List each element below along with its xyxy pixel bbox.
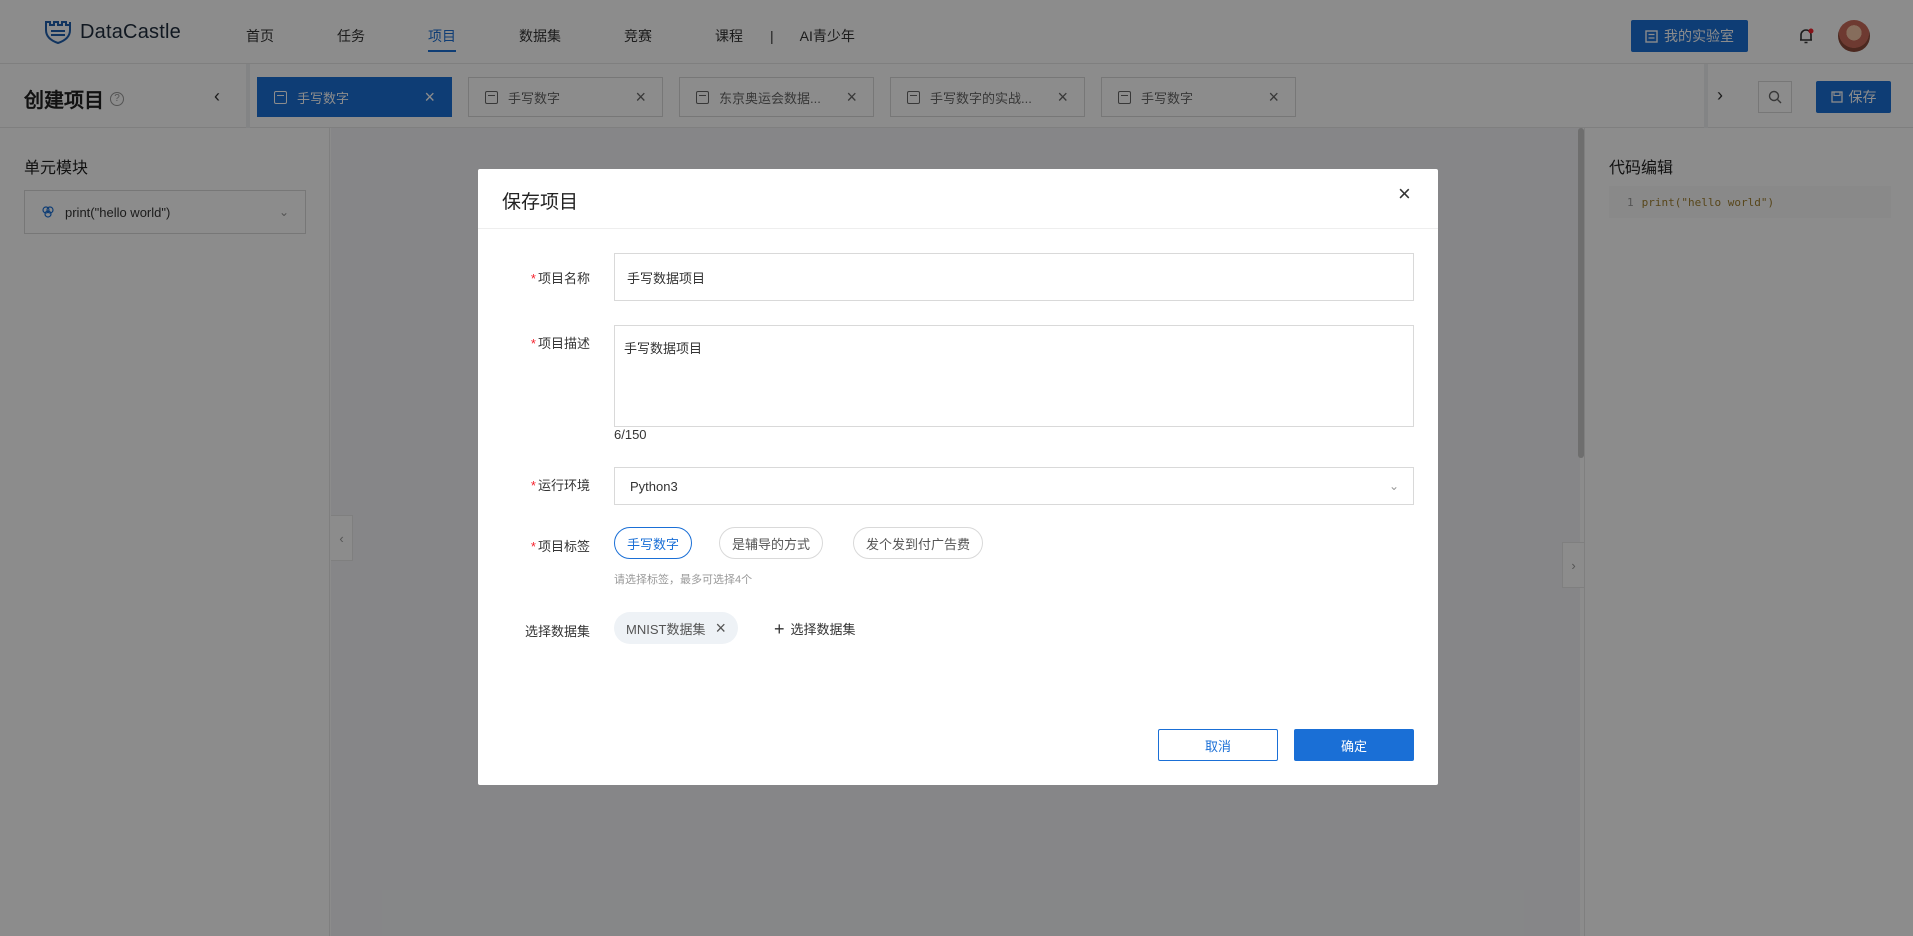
runtime-env-value: Python3 <box>630 478 678 494</box>
dialog-header: 保存项目 × <box>478 169 1438 229</box>
runtime-env-label: * 运行环境 <box>530 478 590 493</box>
project-desc-textarea[interactable]: 手写数据项目 <box>614 325 1414 427</box>
project-desc-label: * 项目描述 <box>530 336 590 351</box>
dataset-chip: MNIST数据集 × <box>614 612 738 644</box>
dataset-label: 选择数据集 <box>524 624 590 639</box>
add-dataset-label: 选择数据集 <box>790 622 856 637</box>
add-dataset-button[interactable]: + 选择数据集 <box>774 619 856 638</box>
save-project-dialog: 保存项目 × * 项目名称 手写数据项目 * 项目描述 手写数据项目 6/150 *… <box>478 169 1438 785</box>
char-counter: 6/150 <box>614 427 647 442</box>
chevron-down-icon: ⌄ <box>1388 479 1399 493</box>
close-icon[interactable]: × <box>1398 183 1411 205</box>
tags-hint: 请选择标签，最多可选择4个 <box>614 574 753 586</box>
dataset-chip-label: MNIST数据集 <box>626 621 706 637</box>
close-icon[interactable]: × <box>715 619 726 637</box>
tag-ad-fee[interactable]: 发个发到付广告费 <box>853 527 984 559</box>
project-name-label: * 项目名称 <box>530 271 590 286</box>
dialog-title: 保存项目 <box>502 192 579 213</box>
runtime-env-select[interactable]: Python3 ⌄ <box>614 467 1414 505</box>
plus-icon: + <box>774 618 785 639</box>
tag-tutoring[interactable]: 是辅导的方式 <box>719 527 824 559</box>
tag-handwriting[interactable]: 手写数字 <box>614 527 693 559</box>
confirm-button[interactable]: 确定 <box>1294 729 1414 761</box>
project-tags-label: * 项目标签 <box>530 539 590 554</box>
project-name-input[interactable]: 手写数据项目 <box>614 253 1414 301</box>
cancel-button[interactable]: 取消 <box>1158 729 1278 761</box>
